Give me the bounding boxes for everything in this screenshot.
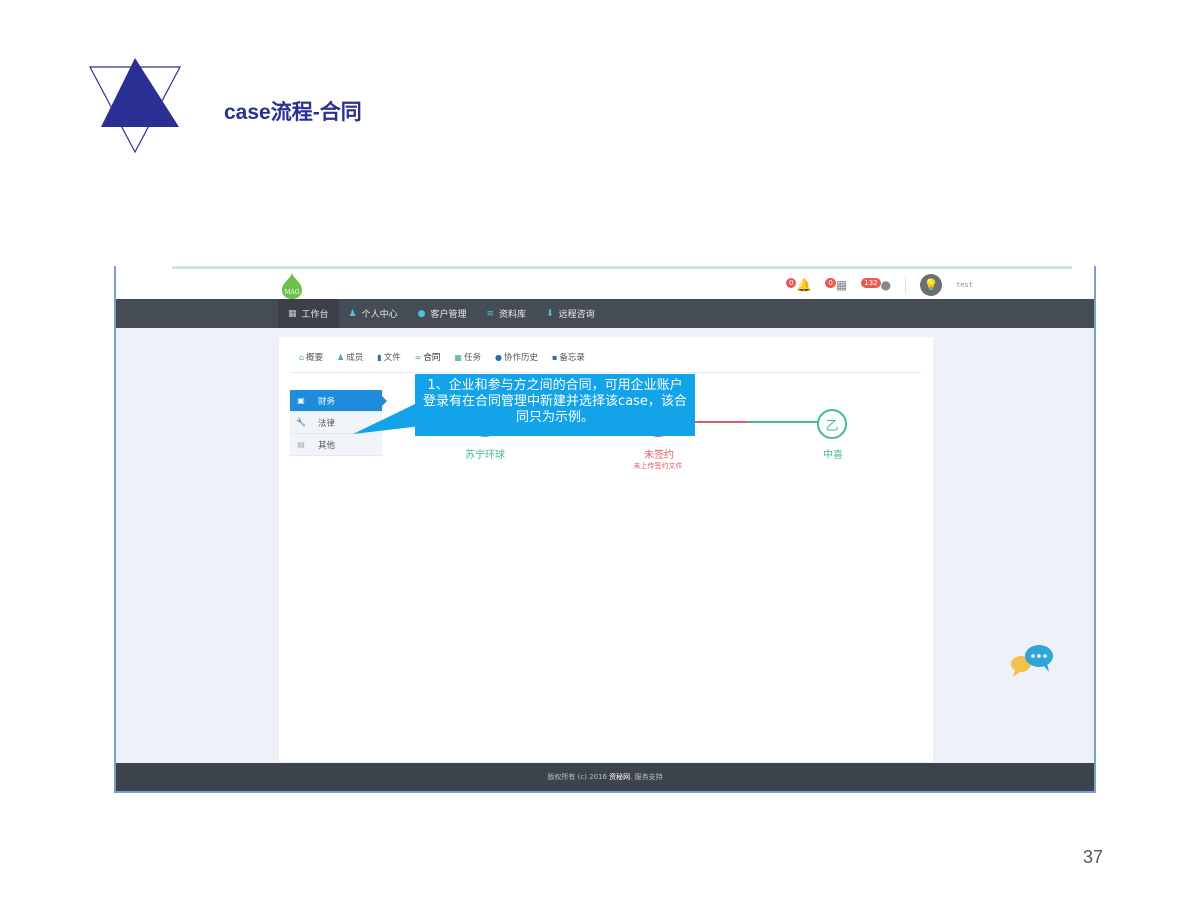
footer-copyright: 版权所有 (c) 2016 xyxy=(547,773,607,781)
tab-members[interactable]: ♟ 成员 xyxy=(337,351,364,364)
nav-item-library[interactable]: ≡ 资料库 xyxy=(477,299,537,328)
tab-label: 备忘录 xyxy=(559,353,585,363)
calendar-button[interactable]: 0 ▦ xyxy=(825,278,847,292)
tab-memo[interactable]: ▪ 备忘录 xyxy=(551,351,585,364)
message-badge: 132 xyxy=(861,278,881,288)
main-navbar: ▦ 工作台 ♟ 个人中心 ● 客户管理 ≡ 资料库 ⬇ 远程咨询 xyxy=(116,299,1094,328)
nav-label: 远程咨询 xyxy=(558,310,595,320)
annotation-callout: 1、企业和参与方之间的合同，可用企业账户登录有在合同管理中新建并选择该case，… xyxy=(415,374,695,436)
flow-line-unsigned xyxy=(689,421,749,423)
side-label: 其他 xyxy=(318,440,336,451)
party-b-node: 乙 xyxy=(817,409,847,439)
party-a-label: 苏宁环球 xyxy=(465,450,505,461)
calendar-icon: ▦ xyxy=(835,278,848,292)
user-icon: ♟ xyxy=(348,308,357,319)
note-icon: ▪ xyxy=(551,352,558,362)
status-label: 未签约 xyxy=(644,450,674,461)
folder-icon: ▤ xyxy=(297,440,305,449)
tab-label: 概要 xyxy=(306,353,324,363)
tab-label: 任务 xyxy=(463,353,481,363)
grid-icon: ▦ xyxy=(288,308,297,319)
app-screenshot: MAG 0 🔔 0 ▦ 132 ● 💡 test ▦ 工作台 ♟ 个人中心 ● 客户管理 ≡… xyxy=(114,266,1096,793)
nav-item-customer-management[interactable]: ● 客户管理 xyxy=(408,299,477,328)
logo-text: MAG xyxy=(284,289,299,296)
bell-badge: 0 xyxy=(786,278,797,288)
party-b-label: 中喜 xyxy=(823,450,843,461)
nav-item-personal-center[interactable]: ♟ 个人中心 xyxy=(339,299,408,328)
app-footer: 版权所有 (c) 2016 资秘网. 服务支持 xyxy=(116,763,1094,791)
chat-bubble-icon[interactable] xyxy=(1009,644,1055,678)
tab-contract[interactable]: ∞ 合同 xyxy=(414,351,441,364)
download-icon: ⬇ xyxy=(546,308,554,319)
slide-title: case流程-合同 xyxy=(224,101,362,124)
home-icon: ⌂ xyxy=(299,352,305,362)
header-divider xyxy=(905,277,907,293)
footer-suffix: . 服务支持 xyxy=(630,773,663,781)
tab-label: 协作历史 xyxy=(503,353,538,363)
message-icon: ● xyxy=(880,278,892,292)
case-tabs: ⌂ 概要 ♟ 成员 ▮ 文件 ∞ 合同 ▦ 任务 ● 协作历史 ▪ 备忘录 xyxy=(299,351,585,364)
side-label: 财务 xyxy=(318,396,336,407)
tab-divider xyxy=(291,372,921,373)
tab-history[interactable]: ● 协作历史 xyxy=(494,351,538,364)
app-header: MAG 0 🔔 0 ▦ 132 ● 💡 test xyxy=(116,266,1094,299)
page-number: 37 xyxy=(1083,847,1104,867)
side-label: 法律 xyxy=(318,418,336,429)
nav-label: 工作台 xyxy=(301,310,329,320)
file-icon: ▮ xyxy=(377,352,382,362)
bell-icon: 🔔 xyxy=(796,278,812,292)
leaf-logo-icon: MAG xyxy=(282,272,302,299)
chat-icon: ● xyxy=(494,352,502,362)
header-accent-line xyxy=(172,266,1072,269)
tab-tasks[interactable]: ▦ 任务 xyxy=(454,351,481,364)
wrench-icon: 🔧 xyxy=(296,418,306,427)
nav-label: 个人中心 xyxy=(361,310,398,320)
calendar-icon: ▦ xyxy=(454,352,462,362)
database-icon: ≡ xyxy=(486,308,495,319)
avatar[interactable]: 💡 xyxy=(920,274,943,296)
tab-overview[interactable]: ⌂ 概要 xyxy=(299,351,324,364)
tab-label: 文件 xyxy=(383,353,401,363)
footer-brand[interactable]: 资秘网 xyxy=(609,772,630,782)
tab-label: 成员 xyxy=(346,353,364,363)
tab-files[interactable]: ▮ 文件 xyxy=(377,351,401,364)
user-icon: ♟ xyxy=(337,352,345,362)
calendar-badge: 0 xyxy=(825,278,836,288)
money-icon: ▣ xyxy=(297,396,305,405)
username[interactable]: test xyxy=(956,281,973,289)
bell-button[interactable]: 0 🔔 xyxy=(786,278,811,292)
callout-pointer xyxy=(353,404,421,434)
message-button[interactable]: 132 ● xyxy=(861,278,891,292)
tab-label: 合同 xyxy=(423,353,441,363)
triangle-logo-icon xyxy=(89,58,181,154)
header-icons: 0 🔔 0 ▦ 132 ● 💡 test xyxy=(786,274,973,296)
nav-item-workbench[interactable]: ▦ 工作台 xyxy=(278,299,339,328)
chat-icon: ● xyxy=(417,308,426,319)
nav-item-remote-consult[interactable]: ⬇ 远程咨询 xyxy=(536,299,605,328)
link-icon: ∞ xyxy=(414,352,422,362)
status-sub-label: 未上传签约文件 xyxy=(633,462,683,470)
nav-label: 资料库 xyxy=(499,310,527,320)
nav-label: 客户管理 xyxy=(430,310,467,320)
